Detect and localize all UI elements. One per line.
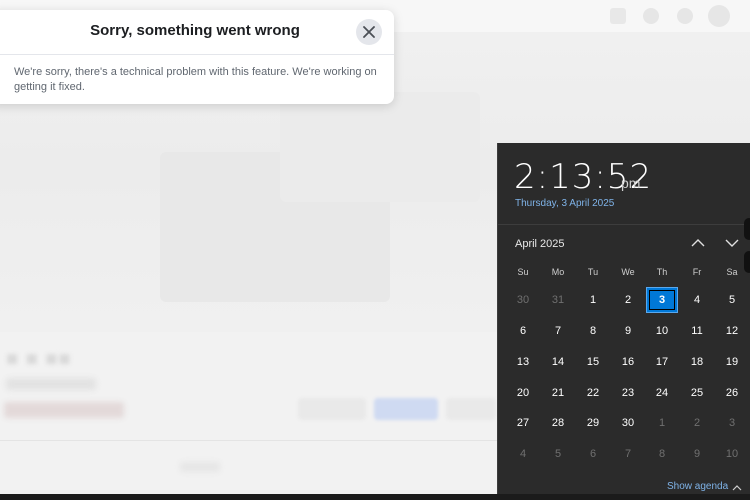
close-button[interactable] [356, 19, 382, 45]
weekday-label: Sa [726, 267, 738, 277]
calendar-day[interactable]: 15 [578, 350, 608, 374]
clock-ampm: pm [621, 175, 641, 191]
calendar-day[interactable]: 2 [682, 411, 712, 435]
notifications-icon [677, 8, 693, 24]
avatar [708, 5, 730, 27]
messenger-icon [643, 8, 659, 24]
dialog-title: Sorry, something went wrong [90, 22, 300, 39]
calendar-day[interactable]: 18 [682, 350, 712, 374]
weekday-label: Tu [587, 267, 599, 277]
show-agenda-link[interactable]: Show agenda [667, 481, 728, 492]
clock-calendar-flyout: 2:13:52 pm Thursday, 3 April 2025 April … [498, 143, 750, 500]
calendar-day[interactable]: 1 [578, 288, 608, 312]
error-dialog: Sorry, something went wrong We're sorry,… [0, 10, 394, 104]
calendar-day[interactable]: 29 [578, 411, 608, 435]
calendar-day[interactable]: 22 [578, 381, 608, 405]
calendar-day[interactable]: 6 [508, 319, 538, 343]
weekday-label: Mo [551, 267, 565, 277]
calendar-day[interactable]: 27 [508, 411, 538, 435]
dialog-message: We're sorry, there's a technical problem… [14, 66, 377, 93]
calendar-day[interactable]: 8 [578, 319, 608, 343]
calendar-day[interactable]: 10 [717, 442, 747, 466]
chevron-down-icon [725, 239, 739, 247]
background-button [374, 398, 438, 420]
calendar-day[interactable]: 30 [508, 288, 538, 312]
dialog-divider [0, 54, 394, 55]
close-icon [363, 26, 375, 38]
calendar-day[interactable]: 7 [613, 442, 643, 466]
calendar-day[interactable]: 24 [647, 381, 677, 405]
weekday-label: Fr [692, 267, 702, 277]
flyout-divider [498, 224, 750, 225]
calendar-day[interactable]: 28 [543, 411, 573, 435]
calendar-day[interactable]: 8 [647, 442, 677, 466]
calendar-day[interactable]: 30 [613, 411, 643, 435]
clock-date-link[interactable]: Thursday, 3 April 2025 [515, 198, 614, 209]
taskbar [0, 494, 750, 500]
calendar-day[interactable]: 11 [682, 319, 712, 343]
calendar-day-today[interactable]: 3 [646, 287, 678, 313]
previous-month-button[interactable] [689, 234, 707, 252]
next-month-button[interactable] [723, 234, 741, 252]
calendar-day[interactable]: 5 [543, 442, 573, 466]
calendar-day[interactable]: 6 [578, 442, 608, 466]
calendar-day[interactable]: 10 [647, 319, 677, 343]
background-button [446, 398, 496, 420]
calendar-day[interactable]: 21 [543, 381, 573, 405]
calendar-day[interactable]: 23 [613, 381, 643, 405]
calendar-day[interactable]: 19 [717, 350, 747, 374]
calendar-day[interactable]: 4 [682, 288, 712, 312]
weekday-label: Th [656, 267, 668, 277]
calendar-day[interactable]: 26 [717, 381, 747, 405]
calendar-day[interactable]: 16 [613, 350, 643, 374]
calendar-day[interactable]: 12 [717, 319, 747, 343]
menu-icon [610, 8, 626, 24]
weekday-label: We [621, 267, 635, 277]
calendar-day[interactable]: 5 [717, 288, 747, 312]
agenda-toggle[interactable] [731, 481, 743, 493]
calendar-month-label[interactable]: April 2025 [515, 238, 565, 250]
calendar-day[interactable]: 20 [508, 381, 538, 405]
side-scroll-handle[interactable] [744, 218, 750, 240]
calendar-day[interactable]: 31 [543, 288, 573, 312]
calendar-day[interactable]: 13 [508, 350, 538, 374]
calendar-day[interactable]: 2 [613, 288, 643, 312]
weekday-label: Su [517, 267, 529, 277]
calendar-day[interactable]: 9 [682, 442, 712, 466]
calendar-day[interactable]: 7 [543, 319, 573, 343]
calendar-day[interactable]: 25 [682, 381, 712, 405]
background-button [298, 398, 366, 420]
chevron-up-icon [691, 239, 705, 247]
calendar-day[interactable]: 14 [543, 350, 573, 374]
side-scroll-handle[interactable] [744, 251, 750, 273]
calendar-day[interactable]: 9 [613, 319, 643, 343]
chevron-up-icon [732, 485, 742, 491]
calendar-day[interactable]: 3 [717, 411, 747, 435]
calendar-day[interactable]: 1 [647, 411, 677, 435]
calendar-day[interactable]: 4 [508, 442, 538, 466]
background-profile-name: ■ ■ ■■ [6, 348, 72, 370]
calendar-day[interactable]: 17 [647, 350, 677, 374]
